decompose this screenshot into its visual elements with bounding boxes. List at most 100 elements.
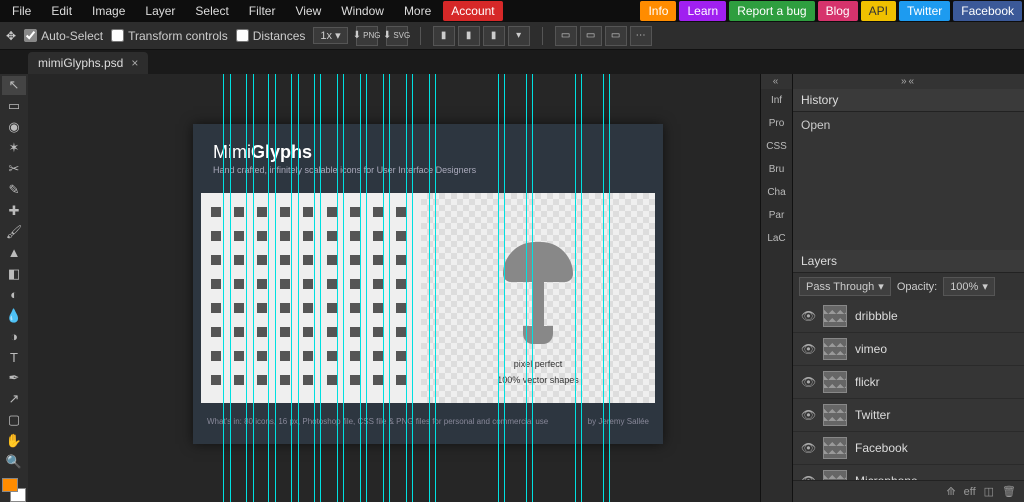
panel-tab-layercomps[interactable]: LaC bbox=[761, 227, 792, 250]
distances-checkbox[interactable]: Distances bbox=[236, 29, 306, 43]
layer-row[interactable]: 👁Microphone bbox=[793, 465, 1024, 480]
menu-edit[interactable]: Edit bbox=[41, 0, 82, 22]
type-tool[interactable]: T bbox=[2, 348, 26, 367]
document-tab[interactable]: mimiGlyphs.psd × bbox=[28, 52, 148, 74]
dodge-tool[interactable]: ◑ bbox=[2, 327, 26, 346]
brush-tool[interactable]: 🖌 bbox=[2, 222, 26, 241]
layer-row[interactable]: 👁 Facebook bbox=[793, 432, 1024, 465]
layer-name: Facebook bbox=[855, 441, 908, 455]
move-tool[interactable]: ↖ bbox=[2, 76, 26, 95]
eyedropper-tool[interactable]: ✎ bbox=[2, 181, 26, 200]
foreground-swatch[interactable] bbox=[2, 478, 18, 492]
align-more-button[interactable]: ▾ bbox=[508, 26, 530, 46]
menu-image[interactable]: Image bbox=[82, 0, 135, 22]
menu-account[interactable]: Account bbox=[443, 1, 502, 21]
zoom-tool[interactable]: 🔍 bbox=[2, 453, 26, 472]
menu-layer[interactable]: Layer bbox=[135, 0, 185, 22]
hand-tool[interactable]: ✋ bbox=[2, 432, 26, 451]
pen-tool[interactable]: ✒ bbox=[2, 369, 26, 388]
dist-h-button[interactable]: ▭ bbox=[555, 26, 577, 46]
panel-tab-paragraph[interactable]: Par bbox=[761, 204, 792, 227]
lasso-tool[interactable]: ◉ bbox=[2, 118, 26, 137]
layer-thumbnail bbox=[823, 338, 847, 360]
history-panel-header[interactable]: History bbox=[793, 89, 1024, 112]
side-panels: »« History Open Layers Pass Through ▾ Op… bbox=[792, 74, 1024, 502]
panel-tab-character[interactable]: Cha bbox=[761, 181, 792, 204]
export-png-button[interactable]: ⬇PNG bbox=[356, 26, 378, 46]
opacity-select[interactable]: 100% ▾ bbox=[943, 277, 995, 296]
heal-tool[interactable]: ✚ bbox=[2, 202, 26, 221]
eraser-tool[interactable]: ◧ bbox=[2, 264, 26, 283]
panel-tab-properties[interactable]: Pro bbox=[761, 112, 792, 135]
layer-foot-btn-1[interactable]: ⟰ bbox=[946, 485, 955, 498]
path-tool[interactable]: ↗ bbox=[2, 390, 26, 409]
artwork-footer-left: What's in: 80 icons, 16 px, Photoshop fi… bbox=[207, 417, 548, 426]
align-group: ▮ ▮ ▮ ▾ bbox=[433, 26, 530, 46]
options-bar: ✥ Auto-Select Transform controls Distanc… bbox=[0, 22, 1024, 50]
layer-row[interactable]: 👁dribbble bbox=[793, 300, 1024, 333]
pill-blog[interactable]: Blog bbox=[818, 1, 858, 21]
layer-row[interactable]: 👁flickr bbox=[793, 366, 1024, 399]
menu-bar: File Edit Image Layer Select Filter View… bbox=[0, 0, 1024, 22]
artwork-footer-right: by Jeremy Sallée bbox=[588, 417, 649, 426]
dist-v-button[interactable]: ▭ bbox=[580, 26, 602, 46]
panel-tab-css[interactable]: CSS bbox=[761, 135, 792, 158]
menu-filter[interactable]: Filter bbox=[239, 0, 286, 22]
layers-panel-header[interactable]: Layers bbox=[793, 250, 1024, 273]
opacity-label: Opacity: bbox=[897, 281, 937, 293]
history-panel: Open bbox=[793, 112, 1024, 250]
artwork-preview: pixel perfect 100% vector shapes bbox=[421, 193, 655, 403]
pill-api[interactable]: API bbox=[861, 1, 896, 21]
blur-tool[interactable]: 💧 bbox=[2, 306, 26, 325]
layer-row[interactable]: 👁 Twitter bbox=[793, 399, 1024, 432]
align-center-button[interactable]: ▮ bbox=[458, 26, 480, 46]
pill-report-bug[interactable]: Report a bug bbox=[729, 1, 814, 21]
layer-foot-btn-2[interactable]: eff bbox=[964, 486, 976, 498]
visibility-icon[interactable]: 👁 bbox=[801, 441, 815, 455]
shape-tool[interactable]: ▢ bbox=[2, 411, 26, 430]
pill-twitter[interactable]: Twitter bbox=[899, 1, 950, 21]
layer-name: Twitter bbox=[855, 408, 890, 422]
visibility-icon[interactable]: 👁 bbox=[801, 408, 815, 422]
document-artwork: MimiGlyphs Hand crafted, infinitely scal… bbox=[193, 124, 663, 444]
pill-facebook[interactable]: Facebook bbox=[953, 1, 1022, 21]
menu-more[interactable]: More bbox=[394, 0, 441, 22]
dist-more-button[interactable]: ⋯ bbox=[630, 26, 652, 46]
panel-tab-info[interactable]: Inf bbox=[761, 89, 792, 112]
collapsed-panels: « Inf Pro CSS Bru Cha Par LaC bbox=[760, 74, 792, 502]
dist-sp-button[interactable]: ▭ bbox=[605, 26, 627, 46]
panel-tab-brush[interactable]: Bru bbox=[761, 158, 792, 181]
history-item[interactable]: Open bbox=[801, 118, 1016, 132]
menu-file[interactable]: File bbox=[2, 0, 41, 22]
marquee-tool[interactable]: ▭ bbox=[2, 97, 26, 116]
panel-expand-icon[interactable]: « bbox=[761, 74, 792, 89]
align-left-button[interactable]: ▮ bbox=[433, 26, 455, 46]
pill-learn[interactable]: Learn bbox=[679, 1, 726, 21]
layer-row[interactable]: 👁vimeo bbox=[793, 333, 1024, 366]
menu-view[interactable]: View bbox=[285, 0, 331, 22]
wand-tool[interactable]: ✶ bbox=[2, 139, 26, 158]
visibility-icon[interactable]: 👁 bbox=[801, 342, 815, 356]
blend-mode-select[interactable]: Pass Through ▾ bbox=[799, 277, 891, 296]
artwork-title: MimiGlyphs bbox=[193, 124, 663, 165]
align-right-button[interactable]: ▮ bbox=[483, 26, 505, 46]
menu-select[interactable]: Select bbox=[185, 0, 238, 22]
close-tab-icon[interactable]: × bbox=[131, 56, 138, 70]
visibility-icon[interactable]: 👁 bbox=[801, 309, 815, 323]
layer-foot-btn-3[interactable]: ◫ bbox=[984, 485, 994, 498]
panel-collapse-icon[interactable]: »« bbox=[793, 74, 1024, 89]
zoom-select[interactable]: 1x ▾ bbox=[313, 27, 347, 44]
export-svg-button[interactable]: ⬇SVG bbox=[386, 26, 408, 46]
layer-thumbnail bbox=[823, 470, 847, 480]
menu-window[interactable]: Window bbox=[331, 0, 394, 22]
auto-select-checkbox[interactable]: Auto-Select bbox=[24, 29, 103, 43]
layer-foot-btn-4[interactable]: 🗑 bbox=[1002, 485, 1016, 498]
color-swatches[interactable] bbox=[2, 478, 26, 502]
pill-info[interactable]: Info bbox=[640, 1, 676, 21]
gradient-tool[interactable]: ◐ bbox=[2, 285, 26, 304]
visibility-icon[interactable]: 👁 bbox=[801, 375, 815, 389]
canvas[interactable]: MimiGlyphs Hand crafted, infinitely scal… bbox=[28, 74, 760, 502]
transform-controls-checkbox[interactable]: Transform controls bbox=[111, 29, 228, 43]
crop-tool[interactable]: ✂ bbox=[2, 160, 26, 179]
stamp-tool[interactable]: ▲ bbox=[2, 243, 26, 262]
